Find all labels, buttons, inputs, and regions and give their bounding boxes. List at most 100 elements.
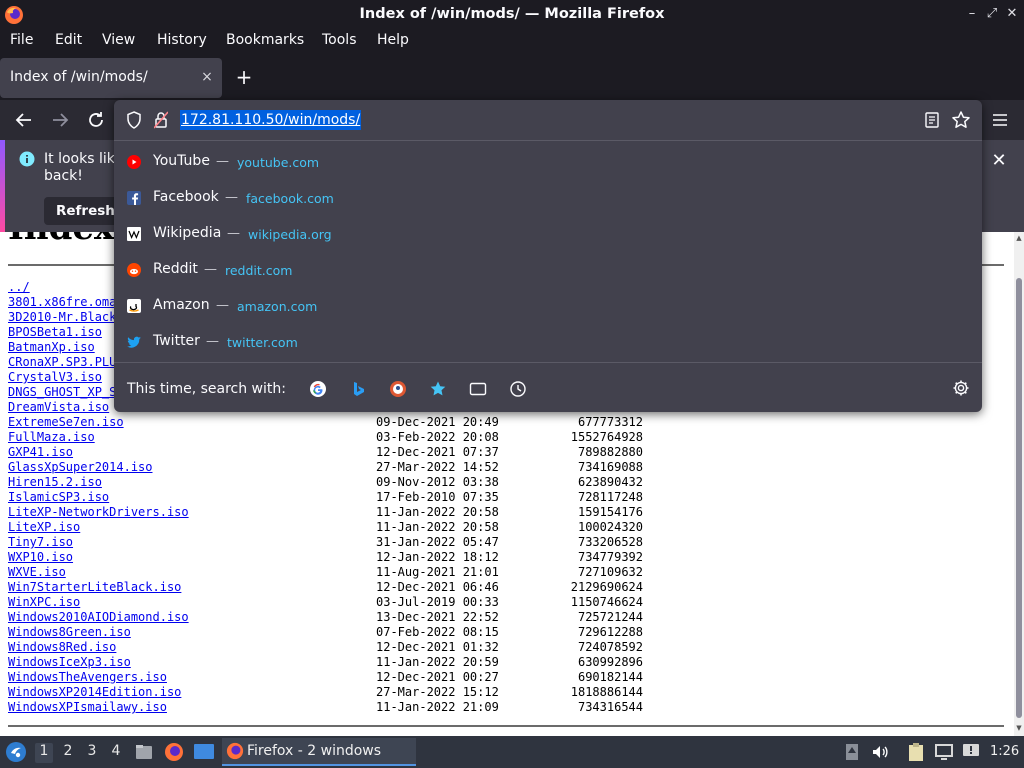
file-link[interactable]: ../ — [8, 280, 30, 294]
file-link[interactable]: FullMaza.iso — [8, 430, 95, 444]
menu-view[interactable]: View — [102, 32, 135, 48]
suggestion-title: YouTube — [153, 153, 210, 169]
file-link[interactable]: WindowsIceXp3.iso — [8, 655, 131, 669]
suggestion-separator: — — [225, 190, 238, 205]
bookmarks-star-icon[interactable] — [429, 380, 447, 398]
screen: Index of /win/mods/ — Mozilla Firefox – … — [0, 0, 1024, 768]
file-date: 12-Jan-2022 18:12 — [376, 550, 499, 564]
file-link[interactable]: WindowsXPIsmailawy.iso — [8, 700, 167, 714]
workspace-1[interactable]: 1 — [35, 743, 53, 763]
firefox-launcher-icon[interactable] — [164, 742, 184, 762]
file-size: 2129690624 — [570, 580, 643, 594]
network-icon[interactable] — [934, 742, 954, 762]
file-link[interactable]: WXVE.iso — [8, 565, 66, 579]
menu-edit[interactable]: Edit — [55, 32, 82, 48]
suggestion-wikipedia[interactable]: Wikipedia — wikipedia.org — [114, 216, 982, 252]
scroll-down-arrow-icon[interactable]: ▼ — [1015, 724, 1023, 732]
duckduckgo-icon[interactable] — [389, 380, 407, 398]
file-link[interactable]: BPOSBeta1.iso — [8, 325, 102, 339]
desktop-icon[interactable] — [193, 742, 215, 762]
menu-file[interactable]: File — [10, 32, 33, 48]
bookmark-star-icon[interactable] — [951, 110, 971, 130]
tracking-shield-icon[interactable] — [126, 111, 142, 129]
workspace-2[interactable]: 2 — [59, 743, 77, 763]
file-link[interactable]: Windows8Green.iso — [8, 625, 131, 639]
page-scrollbar[interactable]: ▲ ▼ — [1014, 232, 1024, 736]
file-link[interactable]: CRonaXP.SP3.PLU — [8, 355, 116, 369]
file-link[interactable]: Win7StarterLiteBlack.iso — [8, 580, 181, 594]
suggestion-youtube[interactable]: YouTube — youtube.com — [114, 144, 982, 180]
menu-help[interactable]: Help — [377, 32, 409, 48]
google-icon[interactable] — [309, 380, 327, 398]
file-date: 12-Dec-2021 00:27 — [376, 670, 499, 684]
notification-close-icon[interactable]: ✕ — [988, 150, 1010, 172]
url-input[interactable]: 172.81.110.50/win/mods/ — [114, 100, 982, 140]
tab-index-win-mods[interactable]: Index of /win/mods/ × — [0, 58, 222, 98]
suggestion-reddit[interactable]: Reddit — reddit.com — [114, 252, 982, 288]
start-menu-icon[interactable] — [5, 741, 27, 763]
url-text-selected[interactable]: 172.81.110.50/win/mods/ — [180, 110, 362, 130]
suggestion-facebook[interactable]: Facebook — facebook.com — [114, 180, 982, 216]
history-icon[interactable] — [509, 380, 527, 398]
suggestion-title: Twitter — [153, 333, 200, 349]
volume-icon[interactable] — [871, 743, 889, 761]
workspace-3[interactable]: 3 — [83, 743, 101, 763]
refresh-button[interactable]: Refresh — [44, 197, 124, 225]
tab-close-icon[interactable]: × — [198, 68, 216, 86]
suggestion-amazon[interactable]: Amazon — amazon.com — [114, 288, 982, 324]
scroll-up-arrow-icon[interactable]: ▲ — [1015, 234, 1023, 242]
gear-icon[interactable] — [952, 379, 970, 397]
notifications-icon[interactable] — [962, 742, 980, 760]
close-window-button[interactable]: ✕ — [1004, 6, 1020, 22]
bing-icon[interactable] — [349, 380, 367, 398]
file-link[interactable]: Tiny7.iso — [8, 535, 73, 549]
file-link[interactable]: ExtremeSe7en.iso — [8, 415, 124, 429]
file-link[interactable]: Windows2010AIODiamond.iso — [8, 610, 189, 624]
file-link[interactable]: CrystalV3.iso — [8, 370, 102, 384]
file-manager-icon[interactable] — [134, 742, 154, 762]
file-link[interactable]: GXP41.iso — [8, 445, 73, 459]
file-link[interactable]: WindowsTheAvengers.iso — [8, 670, 167, 684]
scrollbar-thumb[interactable] — [1016, 278, 1022, 718]
reader-view-icon[interactable] — [924, 111, 940, 129]
file-link[interactable]: 3D2010-Mr.Black — [8, 310, 116, 324]
file-link[interactable]: WindowsXP2014Edition.iso — [8, 685, 181, 699]
file-link[interactable]: IslamicSP3.iso — [8, 490, 109, 504]
taskbar-firefox-button[interactable]: Firefox - 2 windows — [222, 738, 416, 766]
file-link[interactable]: WXP10.iso — [8, 550, 73, 564]
menu-tools[interactable]: Tools — [322, 32, 357, 48]
maximize-button[interactable]: ⤢ — [984, 6, 1000, 22]
file-link[interactable]: LiteXP-NetworkDrivers.iso — [8, 505, 189, 519]
update-notifier-icon[interactable] — [845, 743, 859, 761]
file-link[interactable]: GlassXpSuper2014.iso — [8, 460, 153, 474]
clock: 1:26 — [990, 744, 1020, 759]
file-size: 724078592 — [577, 640, 643, 654]
back-arrow-icon[interactable] — [12, 108, 36, 132]
table-row: Windows8Red.iso 12-Dec-2021 01:32 72407859… — [8, 640, 648, 655]
table-row: WXP10.iso 12-Jan-2022 18:12 734779392 — [8, 550, 648, 565]
tabs-icon[interactable] — [469, 380, 487, 398]
file-link[interactable]: 3801.x86fre.oma — [8, 295, 116, 309]
insecure-lock-icon[interactable] — [154, 111, 168, 129]
new-tab-button[interactable]: + — [234, 66, 254, 88]
file-link[interactable]: LiteXP.iso — [8, 520, 80, 534]
file-link[interactable]: WinXPC.iso — [8, 595, 80, 609]
forward-arrow-icon[interactable] — [48, 108, 72, 132]
amazon-icon — [126, 298, 142, 314]
menu-bookmarks[interactable]: Bookmarks — [226, 32, 304, 48]
minimize-button[interactable]: – — [964, 6, 980, 22]
menu-history[interactable]: History — [157, 32, 207, 48]
clipboard-icon[interactable] — [907, 742, 925, 762]
reload-icon[interactable] — [84, 108, 108, 132]
suggestion-twitter[interactable]: Twitter — twitter.com — [114, 324, 982, 360]
file-link[interactable]: BatmanXp.iso — [8, 340, 95, 354]
file-link[interactable]: DreamVista.iso — [8, 400, 109, 414]
file-link[interactable]: Hiren15.2.iso — [8, 475, 102, 489]
hamburger-menu-icon[interactable] — [991, 111, 1009, 129]
table-row: LiteXP.iso 11-Jan-2022 20:58 100024320 — [8, 520, 648, 535]
file-link[interactable]: Windows8Red.iso — [8, 640, 116, 654]
file-link[interactable]: DNGS_GHOST_XP_S — [8, 385, 116, 399]
file-date: 11-Aug-2021 21:01 — [376, 565, 499, 579]
workspace-4[interactable]: 4 — [107, 743, 125, 763]
search-with-label: This time, search with: — [127, 381, 286, 397]
